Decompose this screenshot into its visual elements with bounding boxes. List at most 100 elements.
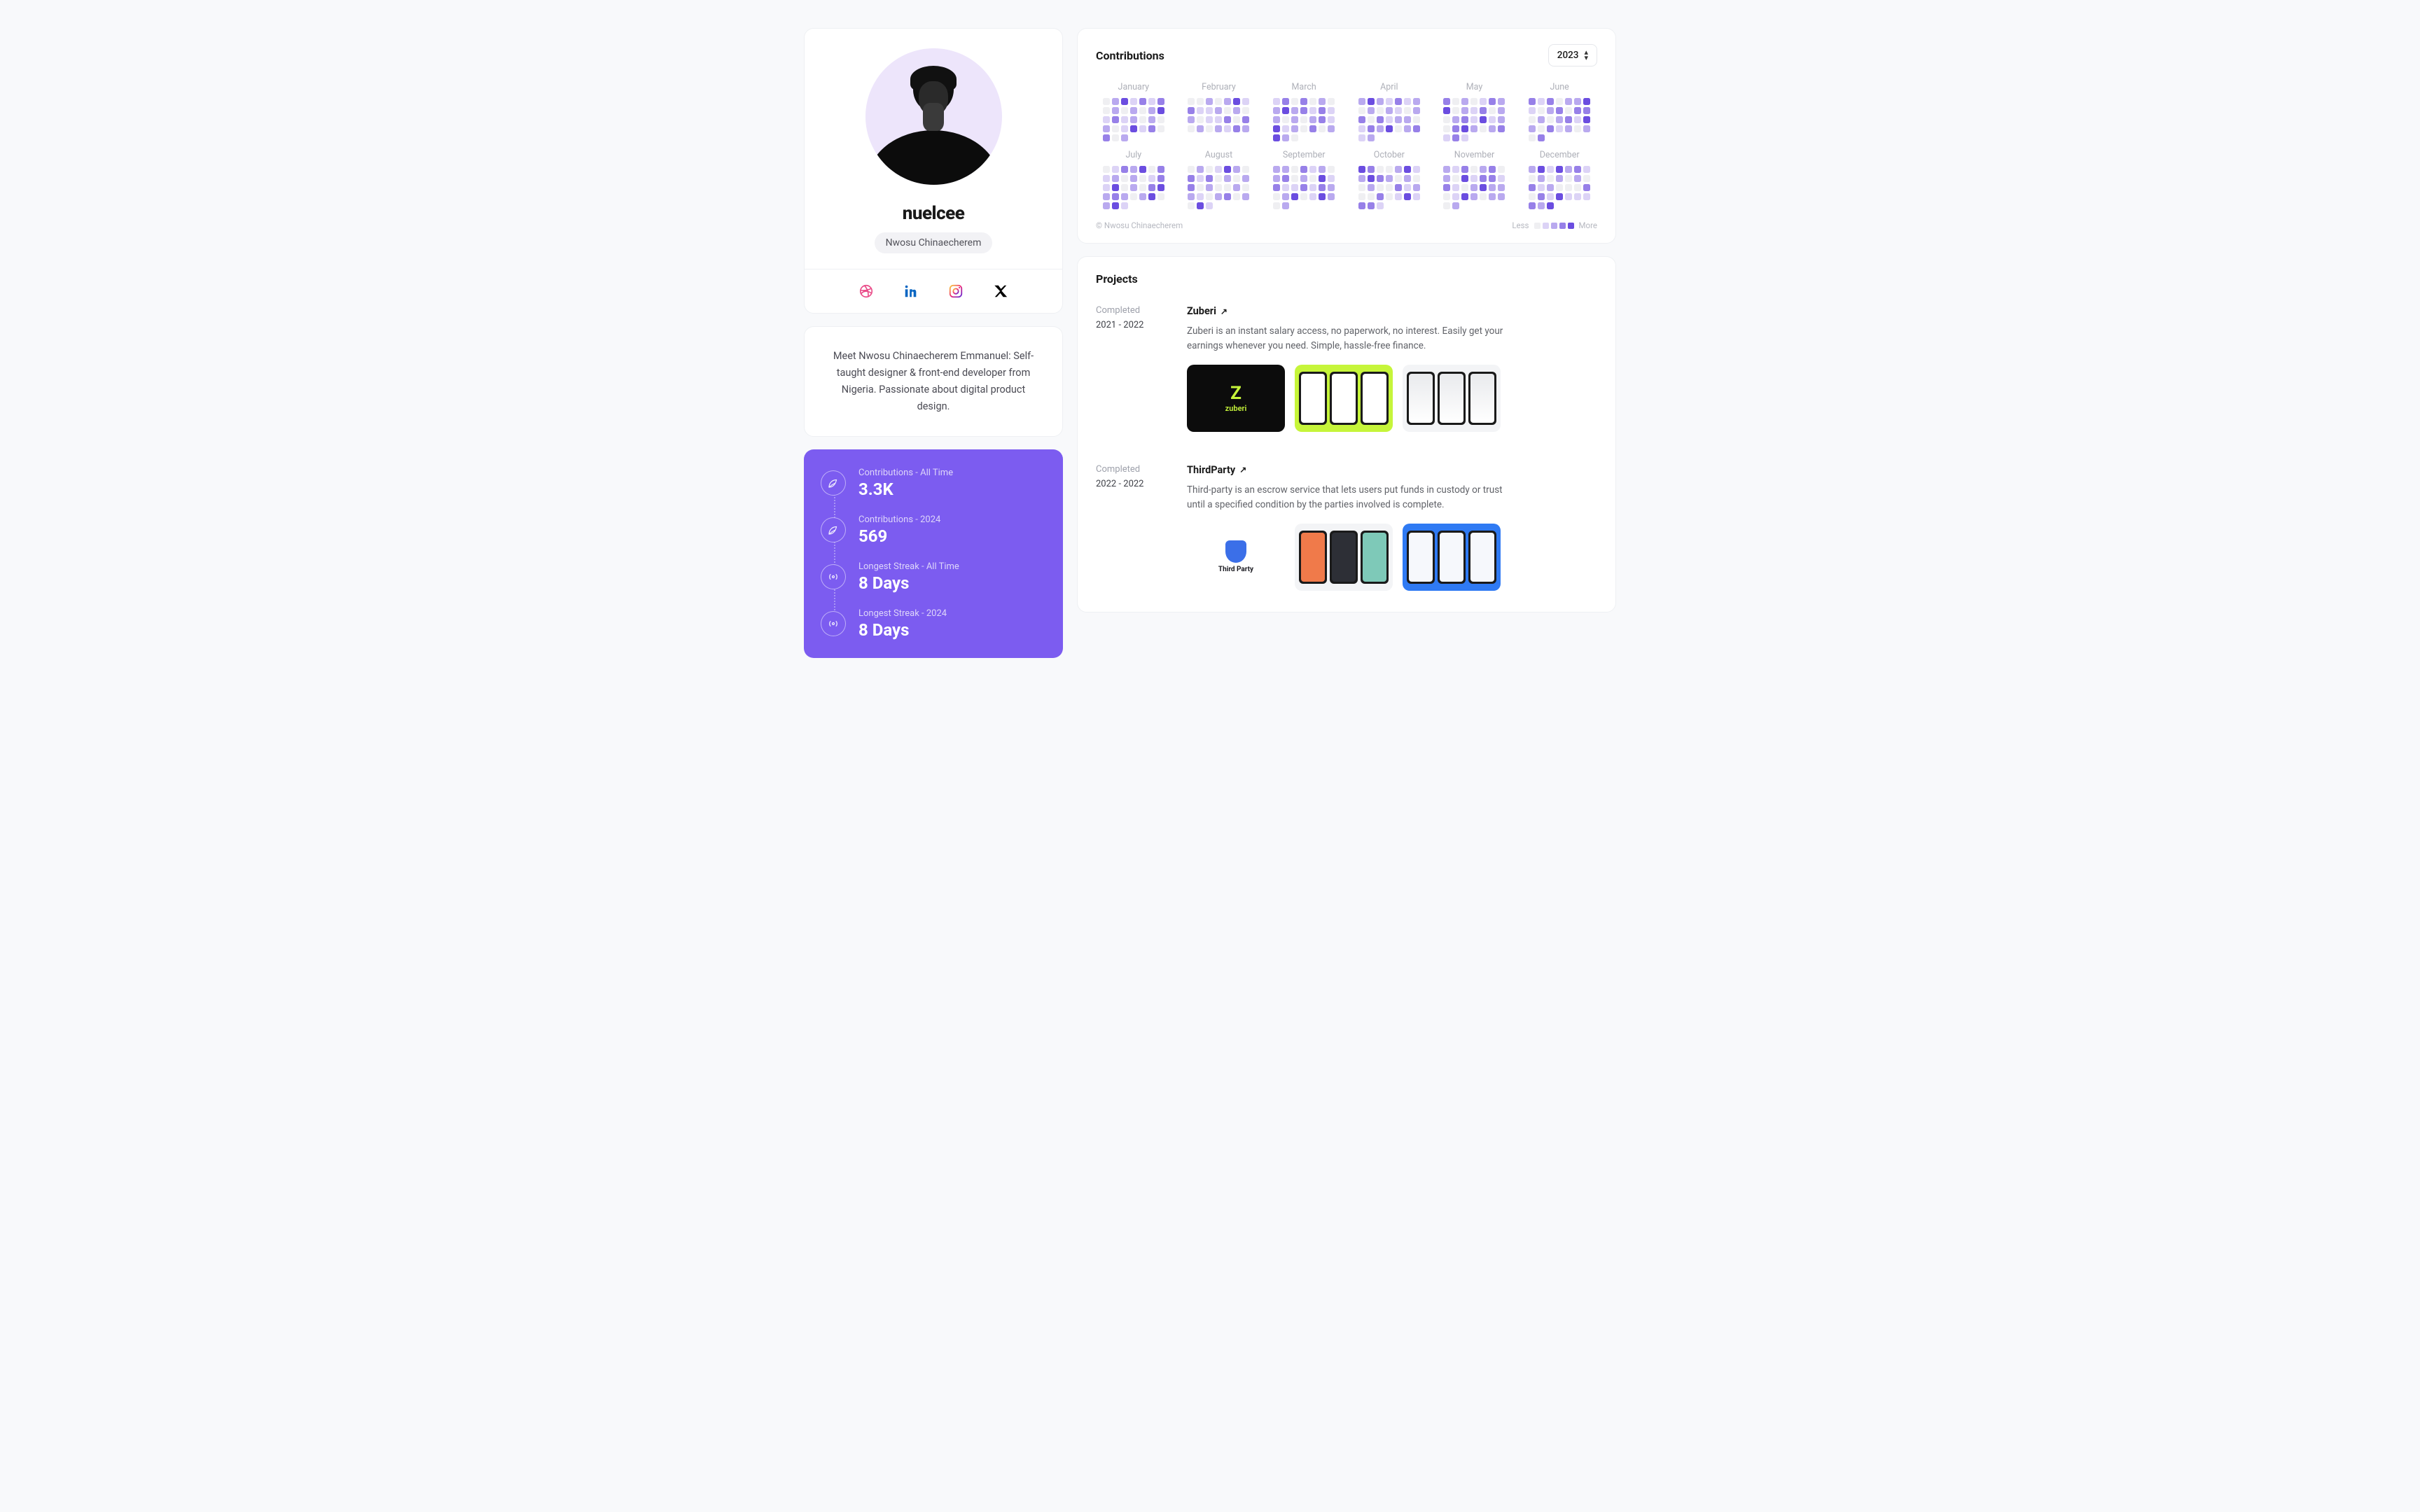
- contribution-cell: [1112, 166, 1119, 173]
- contribution-cell: [1470, 202, 1477, 209]
- contribution-cell: [1273, 202, 1280, 209]
- project-thumbnail[interactable]: [1295, 365, 1393, 432]
- contribution-cell: [1452, 125, 1459, 132]
- contribution-cell: [1489, 193, 1496, 200]
- project-thumbnail[interactable]: [1403, 524, 1501, 591]
- contribution-cell: [1130, 166, 1137, 173]
- contribution-cell: [1574, 202, 1581, 209]
- month-label: February: [1181, 82, 1257, 92]
- contribution-cell: [1480, 134, 1487, 141]
- contribution-cell: [1377, 202, 1384, 209]
- stat-value: 3.3K: [858, 479, 953, 499]
- project-link[interactable]: Zuberi↗: [1187, 305, 1597, 317]
- contribution-cell: [1130, 184, 1137, 191]
- contribution-cell: [1300, 98, 1307, 105]
- project-thumbnail[interactable]: Third Party: [1187, 524, 1285, 591]
- contribution-cell: [1565, 175, 1572, 182]
- contribution-cell: [1197, 125, 1204, 132]
- contribution-cell: [1309, 116, 1316, 123]
- contribution-cell: [1103, 125, 1110, 132]
- contribution-cell: [1395, 125, 1402, 132]
- project-link[interactable]: ThirdParty↗: [1187, 464, 1597, 476]
- contribution-cell: [1413, 202, 1420, 209]
- external-link-icon: ↗: [1239, 465, 1246, 475]
- contribution-cell: [1368, 202, 1375, 209]
- contribution-cell: [1157, 125, 1164, 132]
- contribution-cell: [1233, 184, 1240, 191]
- contribution-cell: [1309, 202, 1316, 209]
- month-label: April: [1351, 82, 1427, 92]
- project-title: Zuberi: [1187, 305, 1216, 317]
- dribbble-icon[interactable]: [858, 284, 874, 299]
- contribution-cell: [1197, 116, 1204, 123]
- x-icon[interactable]: [993, 284, 1008, 299]
- contribution-cell: [1480, 116, 1487, 123]
- year-selector[interactable]: 2023 ▴▾: [1548, 44, 1597, 66]
- contribution-cell: [1461, 175, 1468, 182]
- contribution-cell: [1148, 193, 1155, 200]
- leaf-icon: [821, 517, 846, 542]
- contribution-cell: [1489, 134, 1496, 141]
- contribution-cell: [1556, 125, 1563, 132]
- contribution-cell: [1470, 166, 1477, 173]
- contribution-cell: [1443, 116, 1450, 123]
- contribution-cell: [1215, 175, 1222, 182]
- contribution-cell: [1461, 116, 1468, 123]
- project: Completed2021 - 2022Zuberi↗Zuberi is an …: [1096, 305, 1597, 432]
- contribution-cell: [1368, 193, 1375, 200]
- contribution-cell: [1282, 98, 1289, 105]
- contribution-cell: [1538, 107, 1545, 114]
- contribution-cell: [1130, 175, 1137, 182]
- contribution-cell: [1224, 193, 1231, 200]
- contribution-cell: [1386, 98, 1393, 105]
- contribution-cell: [1273, 125, 1280, 132]
- project-thumbnail[interactable]: Zzuberi: [1187, 365, 1285, 432]
- contribution-cell: [1368, 125, 1375, 132]
- contribution-cell: [1157, 116, 1164, 123]
- project-thumbnail[interactable]: [1403, 365, 1501, 432]
- contribution-cell: [1538, 98, 1545, 105]
- contribution-cell: [1112, 202, 1119, 209]
- contribution-cell: [1498, 98, 1505, 105]
- contribution-cell: [1215, 166, 1222, 173]
- contribution-cell: [1358, 202, 1365, 209]
- contribution-cell: [1206, 134, 1213, 141]
- instagram-icon[interactable]: [948, 284, 964, 299]
- linkedin-icon[interactable]: [903, 284, 919, 299]
- contribution-cell: [1242, 125, 1249, 132]
- contribution-cell: [1452, 116, 1459, 123]
- contribution-cell: [1188, 184, 1195, 191]
- contribution-cell: [1139, 184, 1146, 191]
- contribution-cell: [1480, 202, 1487, 209]
- month-block: September: [1266, 150, 1342, 209]
- stats-card: Contributions - All Time3.3KContribution…: [804, 449, 1063, 658]
- contribution-cell: [1480, 184, 1487, 191]
- contribution-cell: [1242, 116, 1249, 123]
- project-thumbnail[interactable]: [1295, 524, 1393, 591]
- contribution-cell: [1470, 125, 1477, 132]
- contribution-cell: [1139, 125, 1146, 132]
- contribution-cell: [1157, 98, 1164, 105]
- contribution-cell: [1395, 202, 1402, 209]
- contribution-cell: [1452, 202, 1459, 209]
- month-block: October: [1351, 150, 1427, 209]
- contribution-cell: [1282, 202, 1289, 209]
- contribution-cell: [1188, 125, 1195, 132]
- contribution-cell: [1121, 98, 1128, 105]
- contribution-cell: [1470, 116, 1477, 123]
- contribution-cell: [1461, 134, 1468, 141]
- contribution-cell: [1386, 134, 1393, 141]
- month-label: May: [1437, 82, 1512, 92]
- contribution-cell: [1368, 116, 1375, 123]
- contribution-cell: [1368, 184, 1375, 191]
- contribution-cell: [1103, 107, 1110, 114]
- contribution-cell: [1489, 175, 1496, 182]
- contribution-cell: [1130, 116, 1137, 123]
- contribution-cell: [1529, 175, 1536, 182]
- contribution-cell: [1188, 116, 1195, 123]
- contribution-cell: [1583, 202, 1590, 209]
- contribution-cell: [1300, 193, 1307, 200]
- contribution-cell: [1157, 175, 1164, 182]
- contribution-cell: [1480, 107, 1487, 114]
- contribution-cell: [1565, 184, 1572, 191]
